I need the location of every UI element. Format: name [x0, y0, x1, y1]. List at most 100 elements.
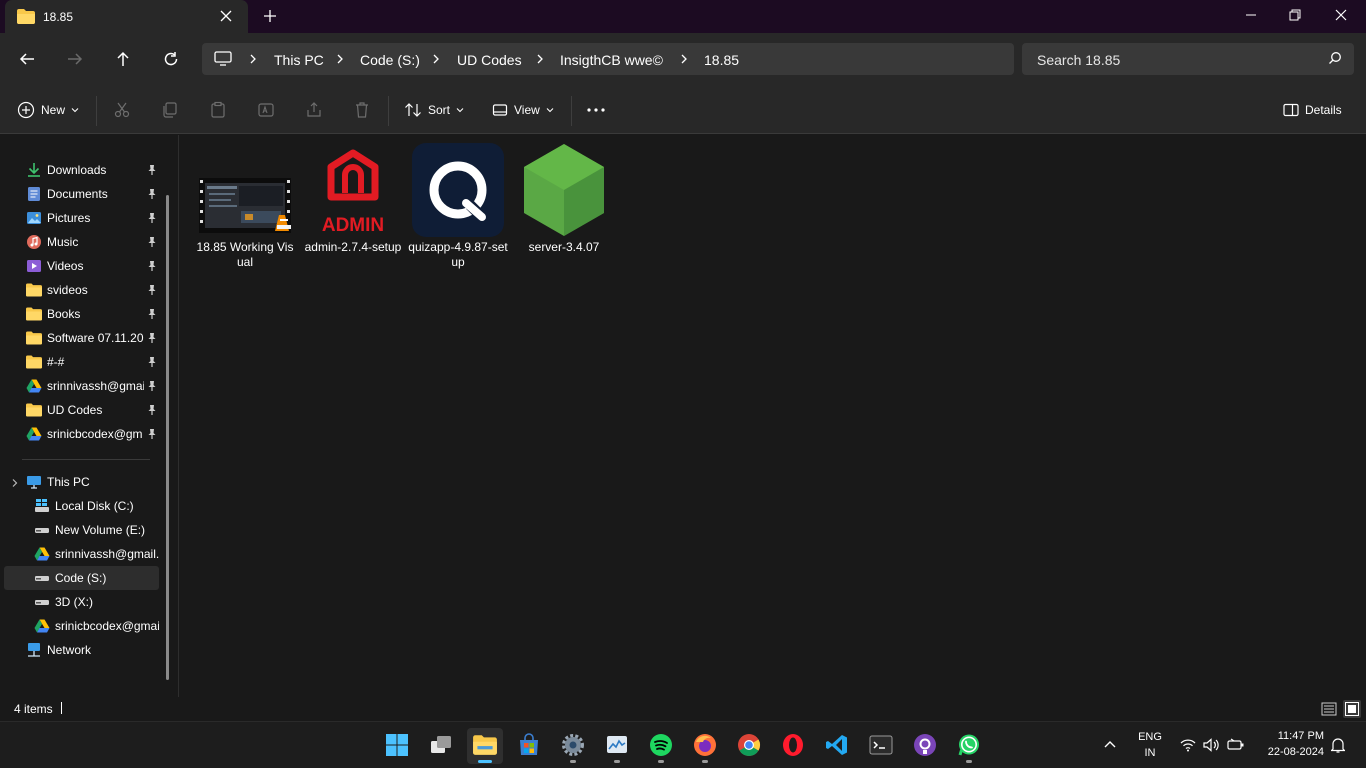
settings-icon [561, 733, 585, 760]
taskbar-task-manager-button[interactable] [599, 728, 635, 764]
chevron-right-icon[interactable] [431, 54, 441, 64]
details-button[interactable]: Details [1283, 100, 1342, 120]
chevron-right-icon[interactable] [535, 54, 545, 64]
wifi-icon[interactable] [1180, 738, 1196, 752]
sidebar-drive-3d-x[interactable]: 3D (X:) [4, 590, 159, 614]
sidebar-item-videos-label: Videos [47, 259, 84, 273]
sidebar-drive-code-s[interactable]: Code (S:) [4, 566, 159, 590]
taskbar-file-explorer-button[interactable] [467, 728, 503, 764]
details-view-icon[interactable] [1320, 700, 1338, 718]
taskbar-whatsapp-button[interactable] [951, 728, 987, 764]
sidebar-item-svideos[interactable]: svideos [4, 278, 159, 302]
pin-icon[interactable] [146, 212, 158, 224]
breadcrumb-ud-codes[interactable]: UD Codes [457, 52, 522, 68]
sidebar-item-documents[interactable]: Documents [4, 182, 159, 206]
clock-date[interactable]: 22-08-2024 [1256, 746, 1324, 758]
sidebar-item-item[interactable]: #-# [4, 350, 159, 374]
admin-logo-text: ADMIN [322, 215, 384, 236]
minimize-icon[interactable] [1244, 8, 1258, 22]
quizapp-icon [412, 143, 504, 237]
pin-icon[interactable] [146, 260, 158, 272]
taskbar-chrome-button[interactable] [731, 728, 767, 764]
sidebar-item-ud-codes[interactable]: UD Codes [4, 398, 159, 422]
sidebar-item-books[interactable]: Books [4, 302, 159, 326]
pin-icon[interactable] [146, 428, 158, 440]
sidebar-item-downloads[interactable]: Downloads [4, 158, 159, 182]
taskbar-terminal-button[interactable] [863, 728, 899, 764]
google-drive-icon [26, 426, 42, 442]
taskbar-spotify-button[interactable] [643, 728, 679, 764]
plus-icon[interactable] [262, 8, 278, 24]
sidebar-item-this-pc[interactable]: This PC [4, 470, 159, 494]
sidebar-item-music[interactable]: Music [4, 230, 159, 254]
language-indicator[interactable]: ENG [1135, 731, 1165, 743]
sidebar-item-videos[interactable]: Videos [4, 254, 159, 278]
taskbar-github-button[interactable] [907, 728, 943, 764]
pin-icon[interactable] [146, 404, 158, 416]
chevron-right-icon[interactable] [248, 54, 258, 64]
sidebar-item-software-07-11-202[interactable]: Software 07.11.202 [4, 326, 159, 350]
chevron-right-icon[interactable] [335, 54, 345, 64]
file-name: server-3.4.07 [528, 240, 600, 254]
refresh-icon[interactable] [162, 50, 180, 68]
cut-icon[interactable] [113, 101, 131, 119]
notification-bell-icon[interactable] [1331, 737, 1345, 753]
volume-icon[interactable] [1203, 738, 1219, 752]
forward-arrow-icon[interactable] [66, 50, 84, 68]
taskbar-settings-button[interactable] [555, 728, 591, 764]
pin-icon[interactable] [146, 356, 158, 368]
paste-icon[interactable] [209, 101, 227, 119]
copy-icon[interactable] [161, 101, 179, 119]
battery-icon[interactable] [1227, 738, 1245, 752]
pin-icon[interactable] [146, 332, 158, 344]
sidebar-drive-srinnivassh-gmail-c[interactable]: srinnivassh@gmail.c [4, 542, 159, 566]
chevron-up-icon[interactable] [1104, 740, 1116, 748]
pin-icon[interactable] [146, 188, 158, 200]
sidebar-drive-local-disk-c[interactable]: Local Disk (C:) [4, 494, 159, 518]
pin-icon[interactable] [146, 164, 158, 176]
address-bar[interactable]: This PC Code (S:) UD Codes InsigthCB wwe… [202, 43, 1014, 75]
clock-time[interactable]: 11:47 PM [1256, 730, 1324, 742]
taskbar-store-button[interactable] [511, 728, 547, 764]
taskbar-start-button[interactable] [379, 728, 415, 764]
pin-icon[interactable] [146, 284, 158, 296]
large-icons-view-icon[interactable] [1343, 700, 1361, 718]
chevron-right-icon[interactable] [679, 54, 689, 64]
chevron-right-icon[interactable] [10, 477, 20, 491]
pin-icon[interactable] [146, 236, 158, 248]
sidebar-item-srinicbcodex-gm[interactable]: srinicbcodex@gm [4, 422, 159, 446]
sort-button[interactable]: Sort [404, 100, 464, 120]
breadcrumb-insigthcb[interactable]: InsigthCB wwe© [560, 52, 663, 68]
taskbar-opera-button[interactable] [775, 728, 811, 764]
close-icon[interactable] [218, 8, 234, 24]
restore-icon[interactable] [1288, 8, 1302, 22]
running-indicator [570, 760, 576, 763]
sidebar-drive-new-volume-e[interactable]: New Volume (E:) [4, 518, 159, 542]
sidebar-scrollbar[interactable] [166, 195, 169, 680]
pin-icon[interactable] [146, 380, 158, 392]
taskbar-vscode-button[interactable] [819, 728, 855, 764]
breadcrumb-current-folder[interactable]: 18.85 [704, 52, 739, 68]
running-indicator [478, 760, 492, 763]
delete-icon[interactable] [353, 101, 371, 119]
sidebar-drive-srinicbcodex-gmai[interactable]: srinicbcodex@gmai [4, 614, 159, 638]
tab-current[interactable]: 18.85 [5, 0, 248, 33]
taskbar-task-view-button[interactable] [423, 728, 459, 764]
up-arrow-icon[interactable] [114, 50, 132, 68]
breadcrumb-this-pc[interactable]: This PC [274, 52, 324, 68]
sidebar-item-network[interactable]: Network [4, 638, 159, 662]
close-window-icon[interactable] [1334, 8, 1348, 22]
view-button[interactable]: View [492, 100, 554, 120]
breadcrumb-code-drive[interactable]: Code (S:) [360, 52, 420, 68]
firefox-icon [693, 733, 717, 760]
back-arrow-icon[interactable] [18, 50, 36, 68]
pin-icon[interactable] [146, 308, 158, 320]
search-input[interactable]: Search 18.85 [1022, 43, 1354, 75]
taskbar-firefox-button[interactable] [687, 728, 723, 764]
more-options-icon[interactable] [587, 108, 605, 112]
sidebar-item-srinnivassh-gmai[interactable]: srinnivassh@gmai [4, 374, 159, 398]
sidebar-item-pictures[interactable]: Pictures [4, 206, 159, 230]
share-icon[interactable] [305, 101, 323, 119]
new-button[interactable]: New [17, 100, 79, 120]
rename-icon[interactable] [257, 101, 275, 119]
